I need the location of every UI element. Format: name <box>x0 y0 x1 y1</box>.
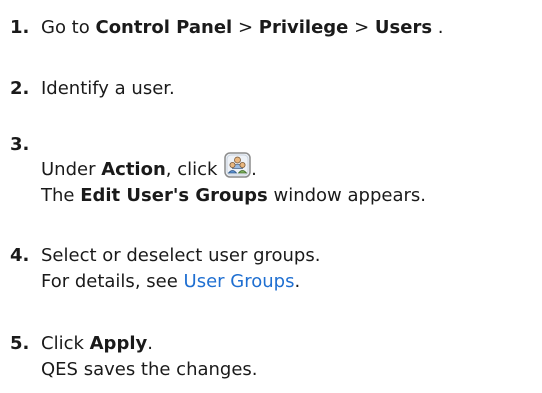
step-text: Click Apply. QES saves the changes. <box>41 331 258 383</box>
step-line: For details, see User Groups. <box>41 271 301 292</box>
step-text: Select or deselect user groups. For deta… <box>41 243 320 295</box>
step-text: Identify a user. <box>41 78 175 99</box>
column-action: Action <box>101 159 166 180</box>
user-groups-link[interactable]: User Groups <box>184 271 295 292</box>
step-text: Go to Control Panel > Privilege > Users … <box>41 17 444 38</box>
step-number: 4. <box>10 245 30 266</box>
step-number: 1. <box>10 17 30 38</box>
step-number: 3. <box>10 134 30 155</box>
window-edit-users-groups: Edit User's Groups <box>80 185 268 206</box>
step-line: The Edit User's Groups window appears. <box>41 185 426 206</box>
step-number: 5. <box>10 333 30 354</box>
step-line: Under Action, click . <box>41 152 426 183</box>
menu-control-panel: Control Panel <box>95 17 233 38</box>
step-number: 2. <box>10 78 30 99</box>
menu-privilege: Privilege <box>258 17 349 38</box>
menu-users: Users <box>374 17 433 38</box>
apply-button-label: Apply <box>89 333 148 354</box>
edit-user-groups-icon <box>224 152 251 178</box>
step-line: Select or deselect user groups. <box>41 245 321 266</box>
step-line: QES saves the changes. <box>41 359 258 380</box>
step-line: Click Apply. <box>41 333 153 354</box>
step-text: Under Action, click . The Edit User's Gr… <box>41 152 426 209</box>
